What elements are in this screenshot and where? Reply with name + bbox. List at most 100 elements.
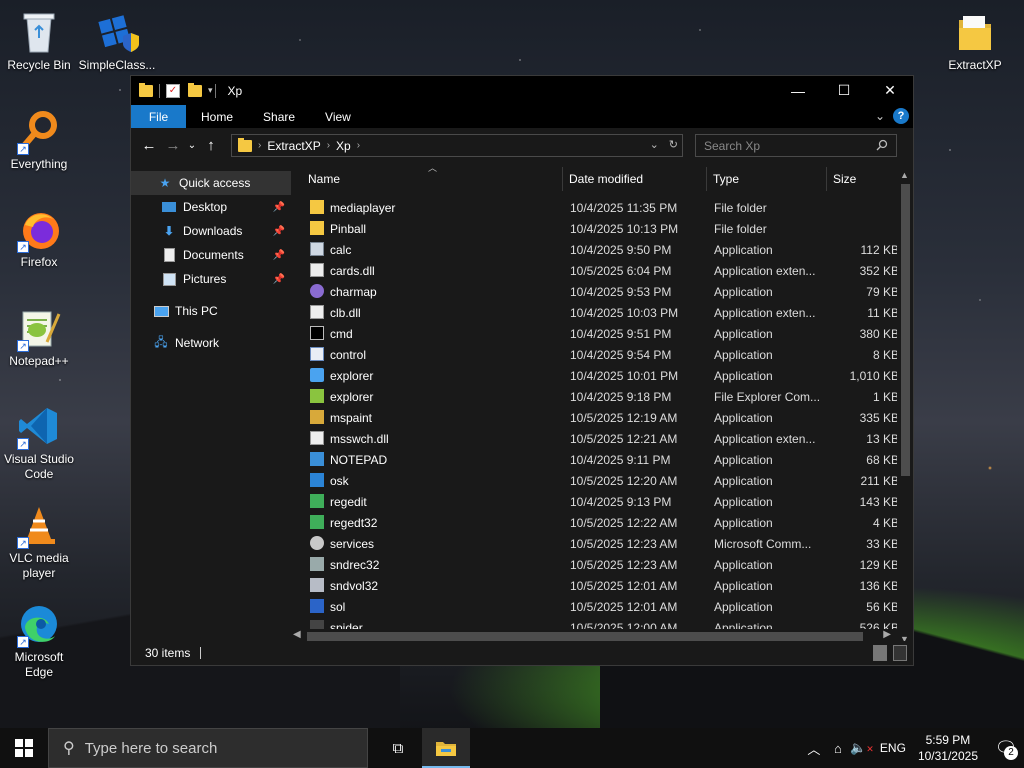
file-row[interactable]: control 10/4/2025 9:54 PM Application 8 KB	[292, 344, 899, 365]
nav-pictures[interactable]: Pictures 📌	[131, 267, 291, 291]
tab-view[interactable]: View	[310, 105, 366, 128]
breadcrumb-extractxp[interactable]: ExtractXP	[267, 139, 320, 153]
file-row[interactable]: mediaplayer 10/4/2025 11:35 PM File folder	[292, 197, 898, 218]
start-button[interactable]	[0, 728, 48, 768]
breadcrumb-separator-icon[interactable]: ›	[258, 140, 261, 151]
help-icon[interactable]: ?	[893, 108, 909, 124]
column-type[interactable]: Type	[713, 172, 739, 186]
taskbar-search-input[interactable]: ⚲ Type here to search	[48, 728, 368, 768]
breadcrumb-separator-icon[interactable]: ›	[327, 140, 330, 151]
clock[interactable]: 5:59 PM 10/31/2025	[918, 732, 978, 764]
qa-dropdown-icon[interactable]: ▾	[208, 85, 213, 96]
expand-ribbon-chevron-icon[interactable]: ⌄	[875, 109, 885, 123]
file-row[interactable]: sndrec32 10/5/2025 12:23 AM Application 129…	[292, 554, 899, 575]
recent-locations-chevron-icon[interactable]: ⌄	[185, 134, 199, 158]
scroll-right-icon[interactable]: ▶	[883, 629, 891, 640]
folder-icon	[139, 82, 153, 97]
volume-muted-icon[interactable]: 🔈✕	[850, 740, 874, 756]
file-row[interactable]: clb.dll 10/4/2025 10:03 PM Application ext…	[292, 302, 899, 323]
address-dropdown-icon[interactable]: ⌄	[650, 138, 659, 151]
file-row[interactable]: cmd 10/4/2025 9:51 PM Application 380 KB	[292, 323, 899, 344]
large-icons-view-icon[interactable]	[893, 645, 907, 661]
desktop-icon-everything[interactable]: ↗ Everything	[0, 107, 78, 172]
scroll-thumb[interactable]	[307, 632, 863, 641]
keyboard-icon	[310, 473, 324, 487]
nav-desktop[interactable]: Desktop 📌	[131, 195, 291, 219]
column-name[interactable]: Name	[308, 172, 340, 186]
divider	[562, 167, 563, 191]
desktop-icon-edge[interactable]: ↗ Microsoft Edge	[0, 600, 78, 680]
tab-share[interactable]: Share	[248, 105, 310, 128]
minimize-button[interactable]: —	[775, 76, 821, 105]
notification-badge: 2	[1004, 746, 1018, 760]
tab-file[interactable]: File	[131, 105, 186, 128]
nav-network[interactable]: 🖧 Network	[131, 331, 291, 355]
file-row[interactable]: NOTEPAD 10/4/2025 9:11 PM Application 68 KB	[292, 449, 899, 470]
address-bar[interactable]: › ExtractXP › Xp › ⌄ ↻	[231, 134, 683, 157]
file-row[interactable]: regedt32 10/5/2025 12:22 AM Application 4 K…	[292, 512, 899, 533]
tab-home[interactable]: Home	[186, 105, 248, 128]
file-row[interactable]: services 10/5/2025 12:23 AM Microsoft Comm…	[292, 533, 899, 554]
star-icon: ★	[159, 176, 171, 190]
desktop-icon-vlc[interactable]: ↗ VLC media player	[0, 501, 78, 581]
file-row[interactable]: sndvol32 10/5/2025 12:01 AM Application 136…	[292, 575, 899, 596]
nav-quick-access[interactable]: ★ Quick access	[131, 171, 291, 195]
file-date: 10/5/2025 12:22 AM	[570, 516, 678, 530]
file-size: 1 KB	[872, 390, 899, 404]
file-row[interactable]: explorer 10/4/2025 9:18 PM File Explorer C…	[292, 386, 899, 407]
show-hidden-icons-chevron-icon[interactable]: ︿	[802, 739, 826, 758]
desktop-icon-recycle-bin[interactable]: Recycle Bin	[0, 8, 78, 73]
desktop-icon-notepadpp[interactable]: ↗ Notepad++	[0, 304, 78, 369]
breadcrumb-separator-icon[interactable]: ›	[357, 140, 360, 151]
file-row[interactable]: charmap 10/4/2025 9:53 PM Application 79 KB	[292, 281, 899, 302]
scroll-left-icon[interactable]: ◀	[293, 629, 301, 640]
file-date: 10/5/2025 12:23 AM	[570, 537, 678, 551]
nav-downloads[interactable]: ⬇ Downloads 📌	[131, 219, 291, 243]
new-folder-icon[interactable]	[188, 82, 202, 97]
file-size: 352 KB	[859, 264, 899, 278]
column-size[interactable]: Size	[833, 172, 856, 186]
file-row[interactable]: cards.dll 10/5/2025 6:04 PM Application ex…	[292, 260, 899, 281]
vertical-scrollbar[interactable]: ▲ ▼	[897, 170, 913, 644]
scroll-thumb[interactable]	[901, 184, 910, 476]
file-row[interactable]: mspaint 10/5/2025 12:19 AM Application 335 …	[292, 407, 899, 428]
shortcut-arrow-icon: ↗	[17, 241, 29, 253]
forward-button[interactable]: →	[161, 134, 185, 158]
scroll-up-icon[interactable]: ▲	[900, 170, 909, 180]
nav-this-pc[interactable]: This PC	[131, 299, 291, 323]
file-type: Application	[714, 369, 773, 383]
search-icon: ⚲	[63, 740, 75, 757]
file-row[interactable]: explorer 10/4/2025 10:01 PM Application 1,0…	[292, 365, 899, 386]
explorer-icon	[310, 368, 324, 382]
action-center-button[interactable]: 🗨 2	[988, 728, 1024, 768]
desktop-icon-extractxp[interactable]: ExtractXP	[936, 8, 1014, 73]
file-list: mediaplayer 10/4/2025 11:35 PM File folder…	[292, 197, 899, 633]
properties-check-icon[interactable]: ✓	[166, 83, 180, 98]
column-date-modified[interactable]: Date modified	[569, 172, 643, 186]
search-input[interactable]: Search Xp	[695, 134, 897, 157]
desktop-icon-vscode[interactable]: ↗ Visual Studio Code	[0, 402, 78, 482]
close-button[interactable]: ✕	[867, 76, 913, 105]
language-indicator[interactable]: ENG	[880, 741, 906, 755]
file-row[interactable]: Pinball 10/4/2025 10:13 PM File folder	[292, 218, 898, 239]
file-row[interactable]: osk 10/5/2025 12:20 AM Application 211 KB	[292, 470, 899, 491]
network-icon[interactable]: ⌂	[826, 741, 850, 756]
up-button[interactable]: ↑	[199, 134, 223, 158]
file-row[interactable]: calc 10/4/2025 9:50 PM Application 112 KB	[292, 239, 899, 260]
shortcut-arrow-icon: ↗	[17, 340, 29, 352]
file-name: control	[330, 348, 367, 362]
desktop-icon-simpleclass[interactable]: SimpleClass...	[78, 8, 156, 73]
details-view-icon[interactable]	[873, 645, 887, 661]
breadcrumb-xp[interactable]: Xp	[336, 139, 351, 153]
file-row[interactable]: regedit 10/4/2025 9:13 PM Application 143 K…	[292, 491, 899, 512]
taskbar-file-explorer[interactable]	[422, 728, 470, 768]
nav-documents[interactable]: Documents 📌	[131, 243, 291, 267]
back-button[interactable]: ←	[137, 134, 161, 158]
file-row[interactable]: sol 10/5/2025 12:01 AM Application 56 KB	[292, 596, 899, 617]
maximize-button[interactable]: ☐	[821, 76, 867, 105]
task-view-button[interactable]: ⧉	[374, 728, 422, 768]
calculator-icon	[310, 242, 324, 256]
file-row[interactable]: msswch.dll 10/5/2025 12:21 AM Application …	[292, 428, 899, 449]
desktop-icon-firefox[interactable]: ↗ Firefox	[0, 205, 78, 270]
refresh-icon[interactable]: ↻	[669, 138, 678, 151]
